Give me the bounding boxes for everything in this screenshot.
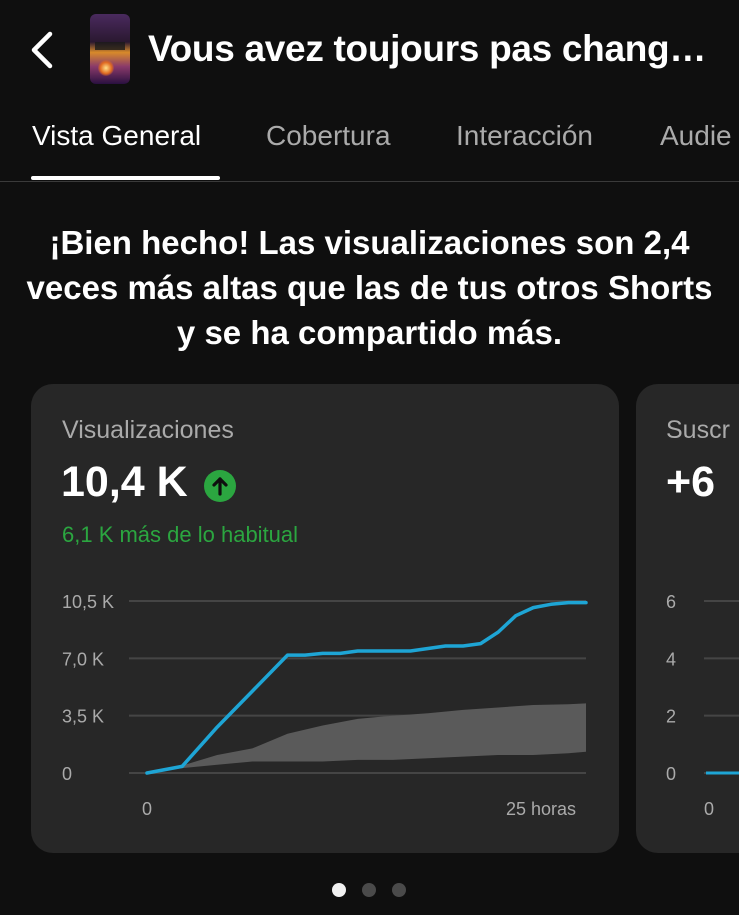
carousel-pager: [0, 883, 739, 899]
y-tick-label: 0: [62, 764, 72, 784]
tab-bar: Vista General Cobertura Interacción Audi…: [0, 108, 739, 182]
video-thumbnail[interactable]: [90, 14, 130, 84]
pager-dot[interactable]: [392, 883, 406, 897]
tab-cobertura[interactable]: Cobertura: [266, 120, 391, 152]
back-arrow-icon[interactable]: [24, 26, 68, 74]
x-tick-label: 25 horas: [506, 799, 576, 819]
y-tick-label: 10,5 K: [62, 592, 114, 612]
y-tick-label: 2: [666, 707, 676, 727]
subscribers-chart: 0 2 4 6 0: [666, 592, 739, 819]
y-tick-label: 3,5 K: [62, 707, 104, 727]
subscribers-card[interactable]: Suscr +6 02460: [636, 384, 739, 853]
y-tick-label: 0: [666, 764, 676, 784]
insight-headline: ¡Bien hecho! Las visualizaciones son 2,4…: [26, 224, 713, 351]
pager-dot[interactable]: [362, 883, 376, 897]
analytics-screen: Vous avez toujours pas chang… Vista Gene…: [0, 0, 739, 915]
x-tick-label: 0: [704, 799, 714, 819]
y-tick-label: 6: [666, 592, 676, 612]
views-chart: 0 3,5 K 7,0 K 10,5 K 0 25 horas: [62, 592, 588, 819]
views-card[interactable]: Visualizaciones 10,4 K 6,1 K más de lo h…: [31, 384, 619, 853]
tab-interaccion[interactable]: Interacción: [456, 120, 593, 152]
video-title: Vous avez toujours pas chang…: [148, 28, 707, 69]
top-bar: Vous avez toujours pas chang…: [0, 0, 739, 100]
pager-dot[interactable]: [332, 883, 346, 897]
y-tick-label: 4: [666, 649, 676, 669]
tab-vista-general[interactable]: Vista General: [32, 120, 201, 152]
x-tick-label: 0: [142, 799, 152, 819]
active-tab-indicator: [31, 176, 220, 180]
tab-audiencia[interactable]: Audie: [660, 120, 732, 152]
y-tick-label: 7,0 K: [62, 649, 104, 669]
typical-range-band: [147, 703, 586, 773]
